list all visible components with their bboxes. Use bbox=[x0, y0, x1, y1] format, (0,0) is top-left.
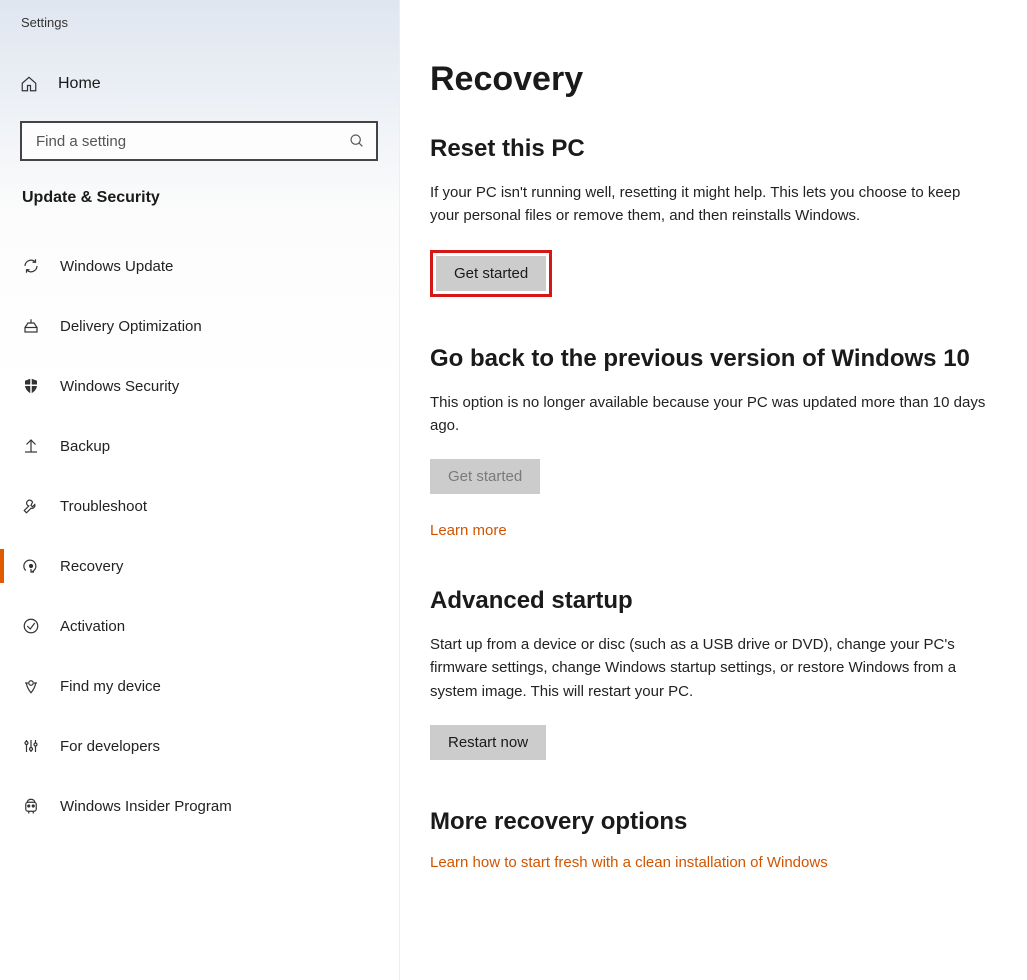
goback-section: Go back to the previous version of Windo… bbox=[430, 345, 992, 540]
home-icon bbox=[20, 75, 38, 93]
sidebar-item-label: Windows Security bbox=[60, 378, 179, 395]
search-icon bbox=[348, 132, 366, 150]
sidebar-item-backup[interactable]: Backup bbox=[20, 423, 399, 469]
sidebar-item-label: Windows Insider Program bbox=[60, 798, 232, 815]
sidebar-item-label: For developers bbox=[60, 738, 160, 755]
optimization-icon bbox=[22, 317, 40, 335]
backup-icon bbox=[22, 437, 40, 455]
more-recovery-section: More recovery options Learn how to start… bbox=[430, 808, 992, 871]
goback-heading: Go back to the previous version of Windo… bbox=[430, 345, 992, 373]
sidebar-item-for-developers[interactable]: For developers bbox=[20, 723, 399, 769]
sidebar-item-label: Find my device bbox=[60, 678, 161, 695]
sidebar-item-windows-security[interactable]: Windows Security bbox=[20, 363, 399, 409]
sidebar-item-find-my-device[interactable]: Find my device bbox=[20, 663, 399, 709]
sidebar-item-delivery-optimization[interactable]: Delivery Optimization bbox=[20, 303, 399, 349]
recovery-icon bbox=[22, 557, 40, 575]
sidebar-nav: Windows Update Delivery Optimization Win… bbox=[20, 243, 399, 829]
window-title: Settings bbox=[21, 15, 68, 30]
reset-get-started-button[interactable]: Get started bbox=[436, 256, 546, 291]
start-fresh-link[interactable]: Learn how to start fresh with a clean in… bbox=[430, 854, 828, 871]
search-input[interactable] bbox=[34, 132, 348, 151]
sidebar-item-recovery[interactable]: Recovery bbox=[20, 543, 399, 589]
sidebar-item-windows-update[interactable]: Windows Update bbox=[20, 243, 399, 289]
sidebar-home[interactable]: Home bbox=[20, 75, 399, 93]
sidebar-item-label: Activation bbox=[60, 618, 125, 635]
advanced-startup-section: Advanced startup Start up from a device … bbox=[430, 587, 992, 760]
wrench-icon bbox=[22, 497, 40, 515]
sidebar-item-label: Backup bbox=[60, 438, 110, 455]
check-circle-icon bbox=[22, 617, 40, 635]
sidebar-item-label: Delivery Optimization bbox=[60, 318, 202, 335]
sidebar-item-windows-insider[interactable]: Windows Insider Program bbox=[20, 783, 399, 829]
goback-text: This option is no longer available becau… bbox=[430, 391, 990, 438]
restart-now-button[interactable]: Restart now bbox=[430, 725, 546, 760]
sidebar-item-label: Windows Update bbox=[60, 258, 173, 275]
reset-pc-section: Reset this PC If your PC isn't running w… bbox=[430, 135, 992, 297]
learn-more-link[interactable]: Learn more bbox=[430, 522, 507, 539]
developers-icon bbox=[22, 737, 40, 755]
sidebar-item-activation[interactable]: Activation bbox=[20, 603, 399, 649]
shield-icon bbox=[22, 377, 40, 395]
reset-heading: Reset this PC bbox=[430, 135, 992, 163]
highlight-box: Get started bbox=[430, 250, 552, 297]
advanced-heading: Advanced startup bbox=[430, 587, 992, 615]
main-content: Recovery Reset this PC If your PC isn't … bbox=[400, 0, 1027, 980]
insider-icon bbox=[22, 797, 40, 815]
reset-text: If your PC isn't running well, resetting… bbox=[430, 181, 990, 228]
more-recovery-heading: More recovery options bbox=[430, 808, 992, 836]
app-root: Settings Home Update & Security bbox=[0, 0, 1027, 980]
sync-icon bbox=[22, 257, 40, 275]
sidebar-item-troubleshoot[interactable]: Troubleshoot bbox=[20, 483, 399, 529]
sidebar-item-label: Recovery bbox=[60, 558, 123, 575]
goback-get-started-button: Get started bbox=[430, 459, 540, 494]
location-icon bbox=[22, 677, 40, 695]
sidebar: Settings Home Update & Security bbox=[0, 0, 400, 980]
search-input-wrap[interactable] bbox=[20, 121, 378, 161]
advanced-text: Start up from a device or disc (such as … bbox=[430, 633, 990, 703]
sidebar-item-label: Troubleshoot bbox=[60, 498, 147, 515]
sidebar-section-title: Update & Security bbox=[22, 189, 399, 207]
sidebar-home-label: Home bbox=[58, 75, 101, 93]
page-title: Recovery bbox=[430, 60, 992, 99]
